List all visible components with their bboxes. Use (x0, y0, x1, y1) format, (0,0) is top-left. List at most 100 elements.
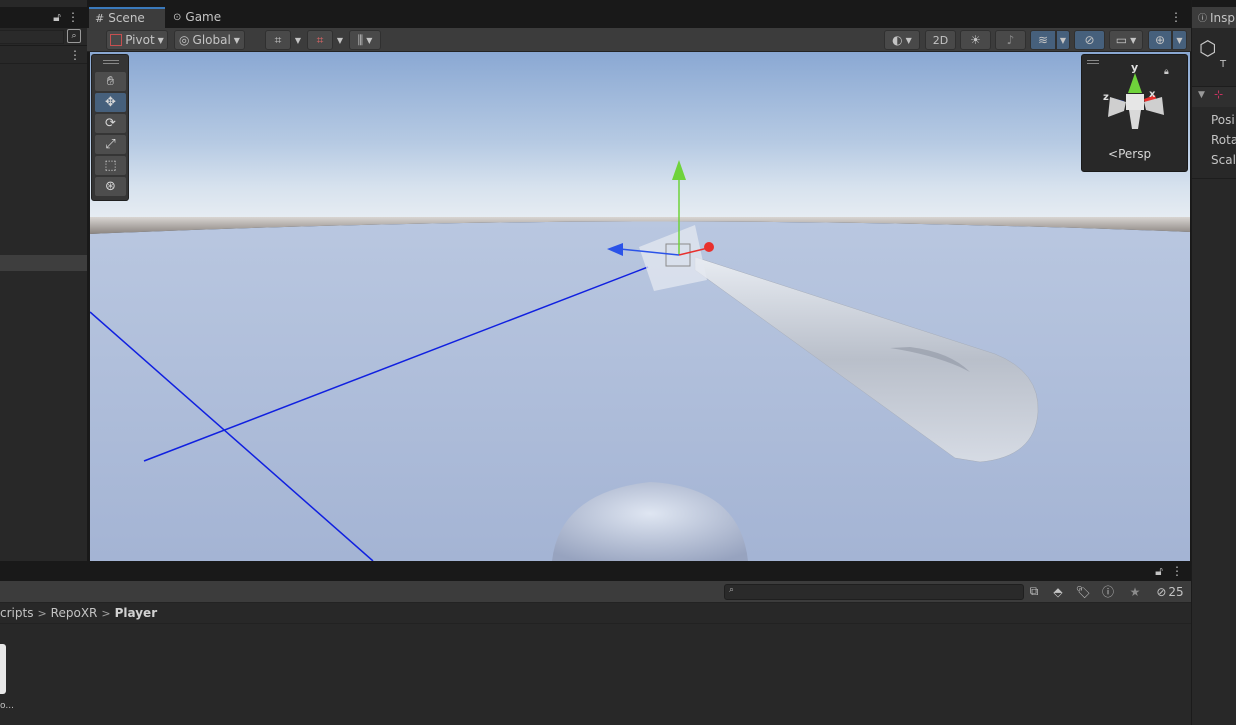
grid-visibility-dropdown[interactable]: ▼ (333, 30, 347, 50)
hierarchy-search-bar: ⌕ (0, 28, 87, 46)
asset-tile[interactable] (0, 644, 12, 699)
chevron-down-icon: ▼ (336, 35, 344, 45)
search-by-type-icon[interactable]: ⌕ (67, 29, 81, 43)
info-icon: ⓘ (1198, 14, 1208, 24)
inspector-panel: ⓘ Insp ⬡ T ▼ ⊹ Posi Rota Scal (1191, 0, 1236, 725)
more-menu-icon[interactable]: ⋮ (1171, 563, 1183, 579)
globe-icon: ◎ (179, 33, 190, 47)
gizmos-toggle[interactable]: ⊕ (1148, 30, 1172, 50)
gizmo-neg-y-cone[interactable] (1129, 110, 1141, 129)
hierarchy-search-input[interactable] (0, 30, 64, 44)
scene-viewport[interactable] (89, 52, 1190, 561)
breadcrumb: cripts > RepoXR > Player (0, 603, 1191, 624)
lock-icon[interactable]: 🔓︎ (1153, 563, 1165, 579)
breadcrumb-item[interactable]: RepoXR (51, 606, 98, 620)
rect-tool-button[interactable]: ⬚ (95, 156, 126, 175)
rotate-tool-button[interactable]: ⟳ (95, 114, 126, 133)
tab-game[interactable]: ⊙ Game (167, 7, 237, 28)
axis-x-handle[interactable] (704, 242, 714, 252)
audio-toggle[interactable]: ♪ (995, 30, 1026, 50)
chevron-down-icon: ▼ (1176, 35, 1183, 45)
orientation-gizmo: 🔒︎ y x z <Persp (1081, 54, 1188, 172)
chevron-right-icon: > (101, 606, 111, 620)
pivot-label: Pivot (125, 33, 155, 47)
search-by-type-icon[interactable]: ⧉ (1027, 584, 1041, 599)
chevron-right-icon: > (37, 606, 47, 620)
hand-icon: ✋︎ (106, 74, 115, 89)
gizmos-dropdown[interactable]: ▼ (1172, 30, 1187, 50)
tab-inspector[interactable]: ⓘ Insp (1192, 7, 1236, 28)
effects-layers-icon: ≋ (1037, 33, 1049, 47)
project-panel: 🔓︎ ⋮ ⌕ ⧉ ⬘ 🏷︎ ⓘ ★ ⊘ 25 cripts > RepoXR >… (0, 561, 1191, 725)
more-menu-icon[interactable]: ⋮ (67, 9, 79, 25)
tab-scene[interactable]: # Scene (89, 7, 165, 28)
pivot-dropdown[interactable]: Pivot ▼ (106, 30, 168, 50)
hierarchy-selected-item[interactable] (0, 255, 87, 271)
hidden-packages-toggle[interactable]: ⊘ 25 (1152, 584, 1188, 599)
rect-icon: ⬚ (104, 158, 117, 173)
script-file-icon (0, 644, 6, 694)
breadcrumb-item-current[interactable]: Player (115, 606, 158, 620)
tab-inspector-label: Insp (1210, 10, 1236, 25)
position-label: Posi (1211, 113, 1235, 127)
global-dropdown[interactable]: ◎ Global ▼ (174, 30, 245, 50)
component-letter: T (1220, 59, 1227, 70)
project-tabbar: 🔓︎ ⋮ (0, 561, 1191, 581)
scene-visibility-toggle[interactable]: ⊘ (1074, 30, 1105, 50)
pivot-icon (110, 34, 123, 46)
gizmo-globe-icon: ⊕ (1154, 33, 1166, 47)
more-menu-icon[interactable]: ⋮ (1170, 9, 1182, 25)
scene-tabbar: # Scene ⊙ Game ⋮ (87, 0, 1191, 28)
tab-scene-label: Scene (108, 11, 145, 25)
lock-icon[interactable]: 🔓︎ (51, 9, 63, 25)
grid-visibility-button[interactable]: ⌗ (307, 30, 333, 50)
effects-dropdown[interactable]: ▼ (1056, 30, 1070, 50)
inspector-divider (1192, 178, 1236, 179)
cube-icon: ⬡ (1199, 36, 1217, 60)
inspector-top-strip (1192, 0, 1236, 7)
global-label: Global (192, 33, 231, 47)
eye-slash-icon: ⊘ (1084, 33, 1095, 47)
hierarchy-tabbar: 🔓︎ ⋮ (0, 7, 87, 28)
grid-icon: # (95, 12, 105, 25)
breadcrumb-item[interactable]: cripts (0, 606, 33, 620)
gizmo-y-label: y (1131, 61, 1139, 74)
gizmo-center-cube[interactable] (1126, 94, 1144, 110)
move-tool-button[interactable]: ✥ (95, 93, 126, 112)
chevron-down-icon: ▼ (233, 35, 240, 45)
2d-toggle[interactable]: 2D (925, 30, 956, 50)
filter-by-label-icon[interactable]: 🏷︎ (1075, 584, 1091, 599)
hand-tool-button[interactable]: ✋︎ (95, 72, 126, 91)
favorites-star-icon[interactable]: ★ (1127, 584, 1143, 599)
gizmo-neg-x-cone[interactable] (1108, 97, 1126, 117)
transform-tool-button[interactable]: ⊛ (95, 177, 126, 196)
camera-settings-dropdown[interactable]: ▭ ▼ (1109, 30, 1143, 50)
increment-snap-button[interactable]: ⫼ ▼ (349, 30, 381, 50)
scale-tool-button[interactable]: ⤢ (95, 135, 126, 154)
grid-snap-icon: ⌗ (274, 32, 282, 47)
project-search-input[interactable]: ⌕ (724, 584, 1024, 600)
log-warning-icon[interactable]: ⓘ (1100, 584, 1116, 599)
more-menu-icon[interactable]: ⋮ (69, 47, 81, 63)
chevron-down-icon: ▼ (1130, 35, 1137, 45)
filter-by-type-icon[interactable]: ⬘ (1050, 584, 1066, 599)
rotation-label: Rota (1211, 133, 1236, 147)
palette-grip[interactable] (103, 60, 119, 64)
scene-render (90, 52, 1190, 561)
projection-label: Persp (1118, 147, 1152, 161)
shading-mode-dropdown[interactable]: ◐ ▼ (884, 30, 920, 50)
effects-toggle[interactable]: ≋ (1030, 30, 1056, 50)
gizmo-y-cone[interactable] (1128, 73, 1142, 93)
2d-label: 2D (932, 33, 949, 47)
projection-toggle[interactable]: <Persp (1108, 147, 1151, 161)
grid-snap-button[interactable]: ⌗ (265, 30, 291, 50)
lighting-toggle[interactable]: ☀ (960, 30, 991, 50)
shading-sphere-icon: ◐ (892, 33, 903, 47)
gamepad-icon: ⊙ (173, 12, 182, 23)
chevron-down-icon: ▼ (294, 35, 302, 45)
transform-axes-icon: ⊹ (1214, 88, 1224, 101)
lightbulb-icon: ☀ (970, 33, 981, 47)
grid-snap-dropdown[interactable]: ▼ (291, 30, 305, 50)
hierarchy-panel (0, 0, 87, 561)
transform-header[interactable]: ▼ ⊹ (1192, 87, 1236, 107)
